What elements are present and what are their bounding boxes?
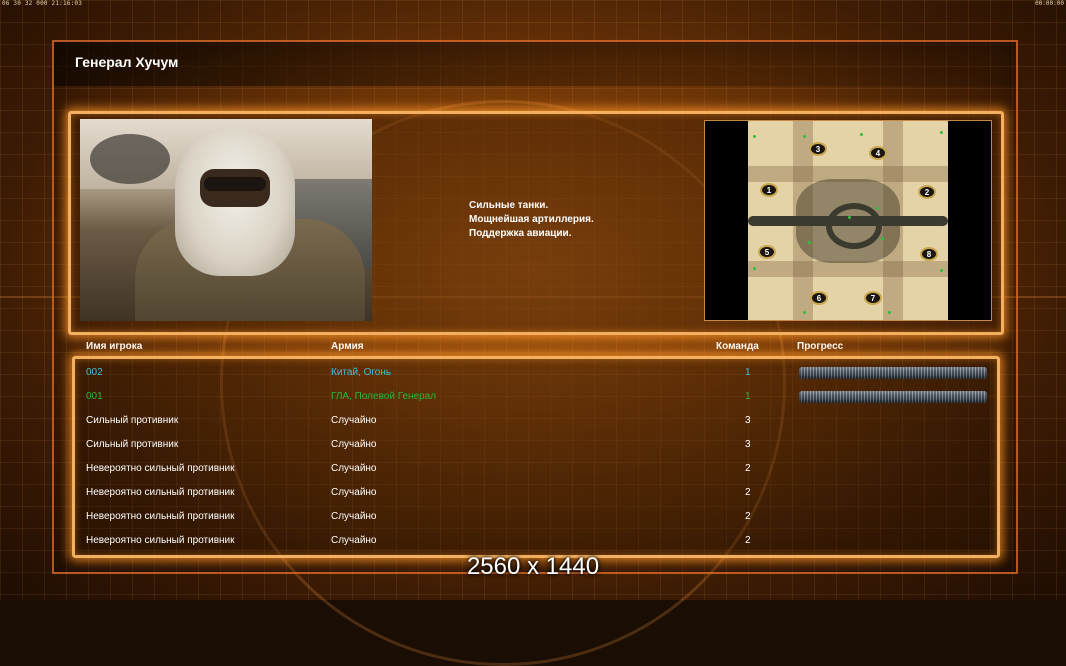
- player-team: 2: [745, 511, 751, 522]
- title-bar: [54, 42, 1014, 86]
- player-name: Невероятно сильный противник: [86, 535, 235, 546]
- start-position-marker: 2: [918, 185, 936, 199]
- player-name: Невероятно сильный противник: [86, 463, 235, 474]
- general-portrait: [80, 119, 372, 321]
- column-header-army: Армия: [331, 341, 364, 352]
- player-name: Невероятно сильный противник: [86, 511, 235, 522]
- start-position-marker: 4: [869, 146, 887, 160]
- player-name: Сильный противник: [86, 415, 179, 426]
- player-team: 1: [745, 391, 751, 402]
- player-army: ГЛА, Полевой Генерал: [331, 391, 437, 402]
- player-army: Случайно: [331, 511, 377, 522]
- player-name: Невероятно сильный противник: [86, 487, 235, 498]
- start-position-marker: 6: [810, 291, 828, 305]
- player-team: 3: [745, 439, 751, 450]
- player-team: 2: [745, 487, 751, 498]
- map-terrain: 1 2 3 4 5 6 7 8: [748, 121, 948, 320]
- column-header-team: Команда: [716, 341, 759, 352]
- player-army: Случайно: [331, 463, 377, 474]
- player-army: Случайно: [331, 487, 377, 498]
- loading-progress-bar: [799, 391, 987, 403]
- start-position-marker: 7: [864, 291, 882, 305]
- top-right-timer: 00:00:00: [1035, 0, 1064, 7]
- resolution-watermark: 2560 x 1440: [466, 553, 600, 580]
- description-line: Сильные танки.: [469, 200, 549, 211]
- player-team: 1: [745, 367, 751, 378]
- player-name: 001: [86, 391, 103, 402]
- player-army: Китай, Огонь: [331, 367, 392, 378]
- player-name: Сильный противник: [86, 439, 179, 450]
- player-row: 001 ГЛА, Полевой Генерал 1: [0, 388, 1066, 406]
- player-army: Случайно: [331, 439, 377, 450]
- player-army: Случайно: [331, 535, 377, 546]
- general-description: Сильные танки. Мощнейшая артиллерия. Под…: [469, 199, 594, 241]
- column-header-player-name: Имя игрока: [86, 341, 143, 352]
- player-row: Невероятно сильный противник Случайно 2: [0, 484, 1066, 502]
- player-row: Невероятно сильный противник Случайно 2: [0, 508, 1066, 526]
- player-team: 3: [745, 415, 751, 426]
- player-army: Случайно: [331, 415, 377, 426]
- map-preview: 1 2 3 4 5 6 7 8: [704, 120, 992, 321]
- description-line: Поддержка авиации.: [469, 228, 572, 239]
- player-row: 002 Китай, Огонь 1: [0, 364, 1066, 382]
- loading-progress-bar: [799, 367, 987, 379]
- player-row: Сильный противник Случайно 3: [0, 436, 1066, 454]
- top-left-timestamp: 06 30 32 000 21:16:03: [2, 0, 83, 7]
- start-position-marker: 5: [758, 245, 776, 259]
- player-row: Сильный противник Случайно 3: [0, 412, 1066, 430]
- start-position-marker: 3: [809, 142, 827, 156]
- description-line: Мощнейшая артиллерия.: [469, 214, 594, 225]
- start-position-marker: 8: [920, 247, 938, 261]
- player-team: 2: [745, 535, 751, 546]
- player-team: 2: [745, 463, 751, 474]
- general-name: Генерал Хучум: [75, 54, 179, 70]
- start-position-marker: 1: [760, 183, 778, 197]
- column-header-progress: Прогресс: [797, 341, 844, 352]
- player-list-panel: [72, 356, 1000, 558]
- player-name: 002: [86, 367, 103, 378]
- player-row: Невероятно сильный противник Случайно 2: [0, 460, 1066, 478]
- player-row: Невероятно сильный противник Случайно 2: [0, 532, 1066, 550]
